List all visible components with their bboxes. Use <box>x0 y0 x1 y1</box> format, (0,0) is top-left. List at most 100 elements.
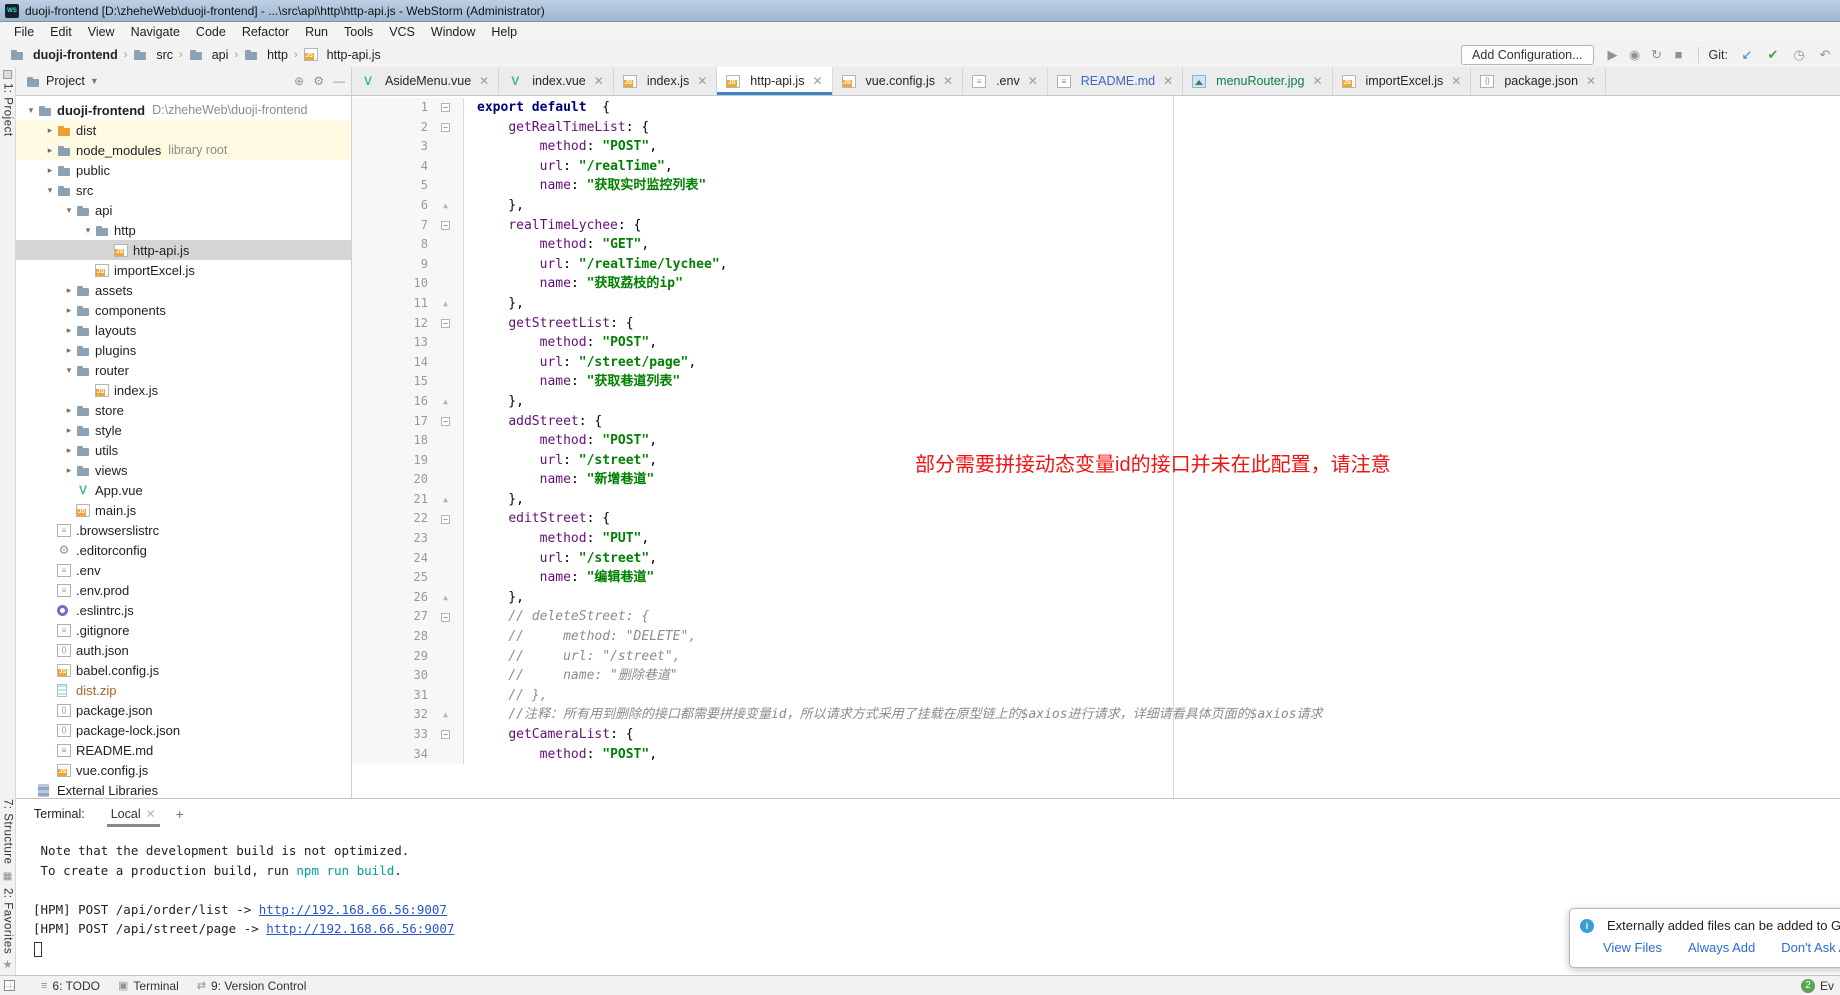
event-count-badge[interactable]: 2 <box>1801 979 1815 993</box>
close-icon[interactable]: ✕ <box>594 74 604 88</box>
tree-item[interactable]: ▸components <box>16 300 351 320</box>
chevron-icon[interactable]: ▸ <box>62 465 76 476</box>
statusbar-6-todo[interactable]: ≡6: TODO <box>41 979 100 993</box>
chevron-icon[interactable]: ▸ <box>62 345 76 356</box>
menu-vcs[interactable]: VCS <box>381 23 423 41</box>
tree-item[interactable]: ▸style <box>16 420 351 440</box>
notification-action-always-add[interactable]: Always Add <box>1688 940 1755 955</box>
menu-run[interactable]: Run <box>297 23 336 41</box>
chevron-icon[interactable]: ▾ <box>62 205 76 216</box>
code-editor[interactable]: 1−export default {2− getRealTimeList: {3… <box>352 96 1840 798</box>
close-icon[interactable]: ✕ <box>1312 74 1322 88</box>
debug-icon[interactable]: ◉ <box>1626 47 1644 63</box>
tree-item[interactable]: .env <box>16 560 351 580</box>
new-terminal-icon[interactable]: + <box>176 806 184 822</box>
settings-gear-icon[interactable]: ⚙ <box>313 74 324 88</box>
tree-item[interactable]: README.md <box>16 740 351 760</box>
menu-file[interactable]: File <box>6 23 42 41</box>
fold-icon[interactable]: − <box>428 725 463 745</box>
tree-item[interactable]: External Libraries <box>16 780 351 798</box>
event-log-label[interactable]: Ev <box>1820 979 1834 993</box>
tree-item[interactable]: ▸public <box>16 160 351 180</box>
git-commit-icon[interactable]: ✔ <box>1764 47 1782 63</box>
tree-item[interactable]: .gitignore <box>16 620 351 640</box>
terminal-link[interactable]: http://192.168.66.56:9007 <box>266 921 454 936</box>
close-icon[interactable]: ✕ <box>479 74 489 88</box>
editor-tab-readme-md[interactable]: README.md✕ <box>1048 67 1183 95</box>
fold-icon[interactable]: ▲ <box>428 294 463 314</box>
chevron-icon[interactable]: ▾ <box>43 185 57 196</box>
tree-item[interactable]: .eslintrc.js <box>16 600 351 620</box>
fold-icon[interactable]: − <box>428 509 463 529</box>
fold-icon[interactable]: ▲ <box>428 490 463 510</box>
fold-icon[interactable]: ▲ <box>428 588 463 608</box>
fold-icon[interactable]: − <box>428 118 463 138</box>
tree-item[interactable]: .env.prod <box>16 580 351 600</box>
terminal-output[interactable]: Note that the development build is not o… <box>16 829 1840 975</box>
chevron-icon[interactable]: ▸ <box>43 125 57 136</box>
tree-item[interactable]: package.json <box>16 700 351 720</box>
menu-refactor[interactable]: Refactor <box>234 23 297 41</box>
close-icon[interactable]: ✕ <box>1451 74 1461 88</box>
menu-code[interactable]: Code <box>188 23 234 41</box>
tree-item[interactable]: ▸store <box>16 400 351 420</box>
close-icon[interactable]: ✕ <box>697 74 707 88</box>
chevron-icon[interactable]: ▸ <box>62 305 76 316</box>
editor-tab-vue-config-js[interactable]: JSvue.config.js✕ <box>833 67 964 95</box>
editor-tab-index-vue[interactable]: Vindex.vue✕ <box>499 67 614 95</box>
tree-item[interactable]: package-lock.json <box>16 720 351 740</box>
fold-icon[interactable]: − <box>428 98 463 118</box>
notification-action-don-t-ask-agai[interactable]: Don't Ask Agai <box>1781 940 1840 955</box>
tree-item[interactable]: ▸layouts <box>16 320 351 340</box>
tree-item[interactable]: ▸utils <box>16 440 351 460</box>
add-configuration-button[interactable]: Add Configuration... <box>1461 45 1594 65</box>
project-panel-title[interactable]: Project <box>46 74 85 88</box>
terminal-link[interactable]: http://192.168.66.56:9007 <box>259 902 447 917</box>
coverage-icon[interactable]: ↻ <box>1648 47 1666 63</box>
stop-icon[interactable]: ■ <box>1670 47 1688 63</box>
run-icon[interactable]: ▶ <box>1604 47 1622 63</box>
chevron-icon[interactable]: ▸ <box>62 325 76 336</box>
menu-window[interactable]: Window <box>423 23 483 41</box>
menu-edit[interactable]: Edit <box>42 23 80 41</box>
tree-item[interactable]: auth.json <box>16 640 351 660</box>
fold-icon[interactable]: ▲ <box>428 392 463 412</box>
chevron-icon[interactable]: ▸ <box>43 145 57 156</box>
menu-view[interactable]: View <box>80 23 123 41</box>
tree-item[interactable]: ▾http <box>16 220 351 240</box>
statusbar-9-version-control[interactable]: ⇄9: Version Control <box>197 979 307 993</box>
chevron-icon[interactable]: ▸ <box>62 285 76 296</box>
menu-tools[interactable]: Tools <box>336 23 381 41</box>
tree-item[interactable]: ▸node_moduleslibrary root <box>16 140 351 160</box>
editor-tab-http-api-js[interactable]: JShttp-api.js✕ <box>717 67 832 95</box>
tree-item[interactable]: ▸views <box>16 460 351 480</box>
fold-icon[interactable]: ▲ <box>428 196 463 216</box>
fold-icon[interactable]: − <box>428 314 463 334</box>
project-tree[interactable]: ▾duoji-frontendD:\zheheWeb\duoji-fronten… <box>16 96 352 798</box>
tree-item[interactable]: ▾duoji-frontendD:\zheheWeb\duoji-fronten… <box>16 100 351 120</box>
close-icon[interactable]: ✕ <box>146 807 156 821</box>
rollback-icon[interactable]: ↶ <box>1816 47 1834 63</box>
tree-item[interactable]: ▸assets <box>16 280 351 300</box>
editor-tab--env[interactable]: .env✕ <box>963 67 1048 95</box>
editor-tab-menurouter-jpg[interactable]: menuRouter.jpg✕ <box>1183 67 1332 95</box>
stripe-favorites-button[interactable]: 2: Favorites <box>2 888 14 954</box>
tree-item[interactable]: JShttp-api.js <box>16 240 351 260</box>
chevron-icon[interactable]: ▸ <box>62 425 76 436</box>
chevron-icon[interactable]: ▾ <box>24 105 38 116</box>
tree-item[interactable]: JSindex.js <box>16 380 351 400</box>
breadcrumb-item[interactable]: http <box>244 48 288 62</box>
terminal-tab-local[interactable]: Local ✕ <box>109 801 158 827</box>
editor-tab-importexcel-js[interactable]: JSimportExcel.js✕ <box>1333 67 1472 95</box>
breadcrumb-item[interactable]: duoji-frontend <box>10 48 118 62</box>
breadcrumb-item[interactable]: src <box>133 48 173 62</box>
close-icon[interactable]: ✕ <box>1028 74 1038 88</box>
tree-item[interactable]: JSimportExcel.js <box>16 260 351 280</box>
tree-item[interactable]: JSmain.js <box>16 500 351 520</box>
git-update-icon[interactable]: ↙ <box>1738 47 1756 63</box>
close-icon[interactable]: ✕ <box>1586 74 1596 88</box>
tree-item[interactable]: JSvue.config.js <box>16 760 351 780</box>
stripe-structure-button[interactable]: 7: Structure <box>2 799 14 864</box>
locate-file-icon[interactable]: ⊕ <box>294 74 304 88</box>
fold-icon[interactable]: − <box>428 607 463 627</box>
